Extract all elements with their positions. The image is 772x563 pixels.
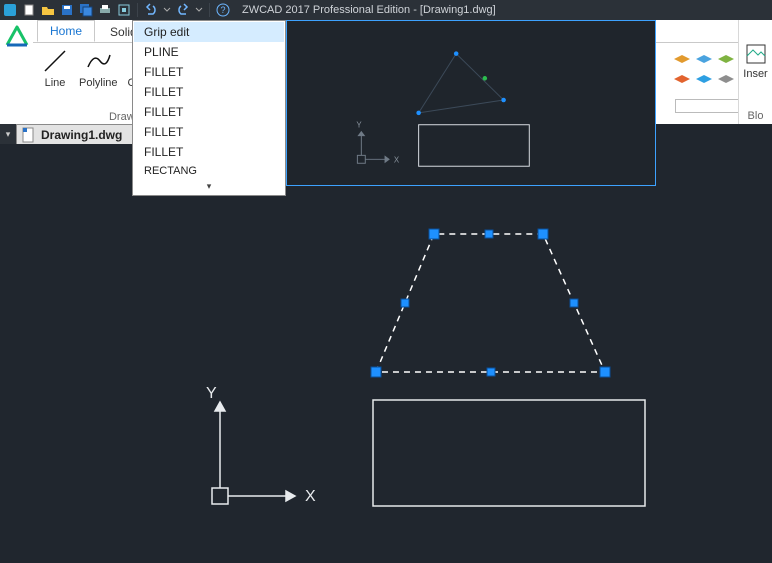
ribbon-group-insert: Inser Blo <box>738 20 772 124</box>
open-folder-icon[interactable] <box>40 2 56 18</box>
grip-vertex[interactable] <box>600 367 610 377</box>
redo-icon[interactable] <box>175 2 191 18</box>
tool-line[interactable]: Line <box>41 47 69 89</box>
grip-midpoint[interactable] <box>487 368 495 376</box>
grip-vertex[interactable] <box>371 367 381 377</box>
tab-home[interactable]: Home <box>37 20 95 42</box>
layer-icon[interactable] <box>672 53 692 69</box>
chevron-down-icon[interactable]: ▾ <box>134 180 284 194</box>
doc-tab[interactable]: Drawing1.dwg <box>16 124 133 144</box>
grip-vertex[interactable] <box>429 229 439 239</box>
preview-axis-y-label: Y <box>356 121 362 130</box>
history-item[interactable]: FILLET <box>134 142 284 162</box>
redo-dropdown-icon[interactable] <box>194 2 204 18</box>
preview-rectangle <box>419 125 530 166</box>
layer-icon[interactable] <box>694 53 714 69</box>
history-item[interactable]: FILLET <box>134 122 284 142</box>
insert-icon[interactable] <box>744 42 768 66</box>
preview-ucs-icon <box>357 132 389 164</box>
tool-polyline-label: Polyline <box>79 77 118 89</box>
undo-preview-flyout: X Y <box>286 20 656 186</box>
svg-text:?: ? <box>220 5 225 15</box>
history-item[interactable]: RECTANG <box>134 162 284 180</box>
ucs-icon <box>212 402 295 504</box>
undo-icon[interactable] <box>143 2 159 18</box>
preview-polyline <box>419 54 504 113</box>
grip-vertex[interactable] <box>538 229 548 239</box>
shape-rectangle[interactable] <box>373 400 645 506</box>
axis-x-label: X <box>305 488 316 505</box>
history-item[interactable]: FILLET <box>134 82 284 102</box>
history-item[interactable]: FILLET <box>134 102 284 122</box>
undo-history-dropdown: Grip edit PLINE FILLET FILLET FILLET FIL… <box>132 20 286 196</box>
print-icon[interactable] <box>97 2 113 18</box>
layer-icon[interactable] <box>716 73 736 89</box>
drawing-canvas[interactable]: X Y <box>0 144 772 560</box>
insert-label: Inser <box>743 68 767 80</box>
tool-polyline[interactable]: Polyline <box>79 47 118 89</box>
new-file-icon[interactable] <box>21 2 37 18</box>
tool-line-label: Line <box>45 77 66 89</box>
history-item[interactable]: FILLET <box>134 62 284 82</box>
saveall-icon[interactable] <box>78 2 94 18</box>
grip-midpoint[interactable] <box>401 299 409 307</box>
undo-dropdown-icon[interactable] <box>162 2 172 18</box>
help-icon[interactable]: ? <box>215 2 231 18</box>
block-group-label: Blo <box>739 110 772 122</box>
group-title-draw: Draw <box>109 109 135 123</box>
app-logo[interactable] <box>0 20 33 124</box>
layer-icon[interactable] <box>694 73 714 89</box>
history-item[interactable]: PLINE <box>134 42 284 62</box>
doc-tab-label: Drawing1.dwg <box>41 128 122 142</box>
save-icon[interactable] <box>59 2 75 18</box>
plot-icon[interactable] <box>116 2 132 18</box>
layer-icon[interactable] <box>716 53 736 69</box>
history-item[interactable]: Grip edit <box>134 22 284 42</box>
window-title: ZWCAD 2017 Professional Edition - [Drawi… <box>242 4 496 16</box>
preview-axis-x-label: X <box>394 155 400 164</box>
doc-tab-menu[interactable]: ▾ <box>0 124 16 144</box>
title-bar: ? ZWCAD 2017 Professional Edition - [Dra… <box>0 0 772 20</box>
layer-icon[interactable] <box>672 73 692 89</box>
grip-midpoint[interactable] <box>570 299 578 307</box>
app-menu-icon[interactable] <box>2 2 18 18</box>
dwg-file-icon <box>21 127 37 143</box>
grip-midpoint[interactable] <box>485 230 493 238</box>
axis-y-label: Y <box>206 385 217 402</box>
